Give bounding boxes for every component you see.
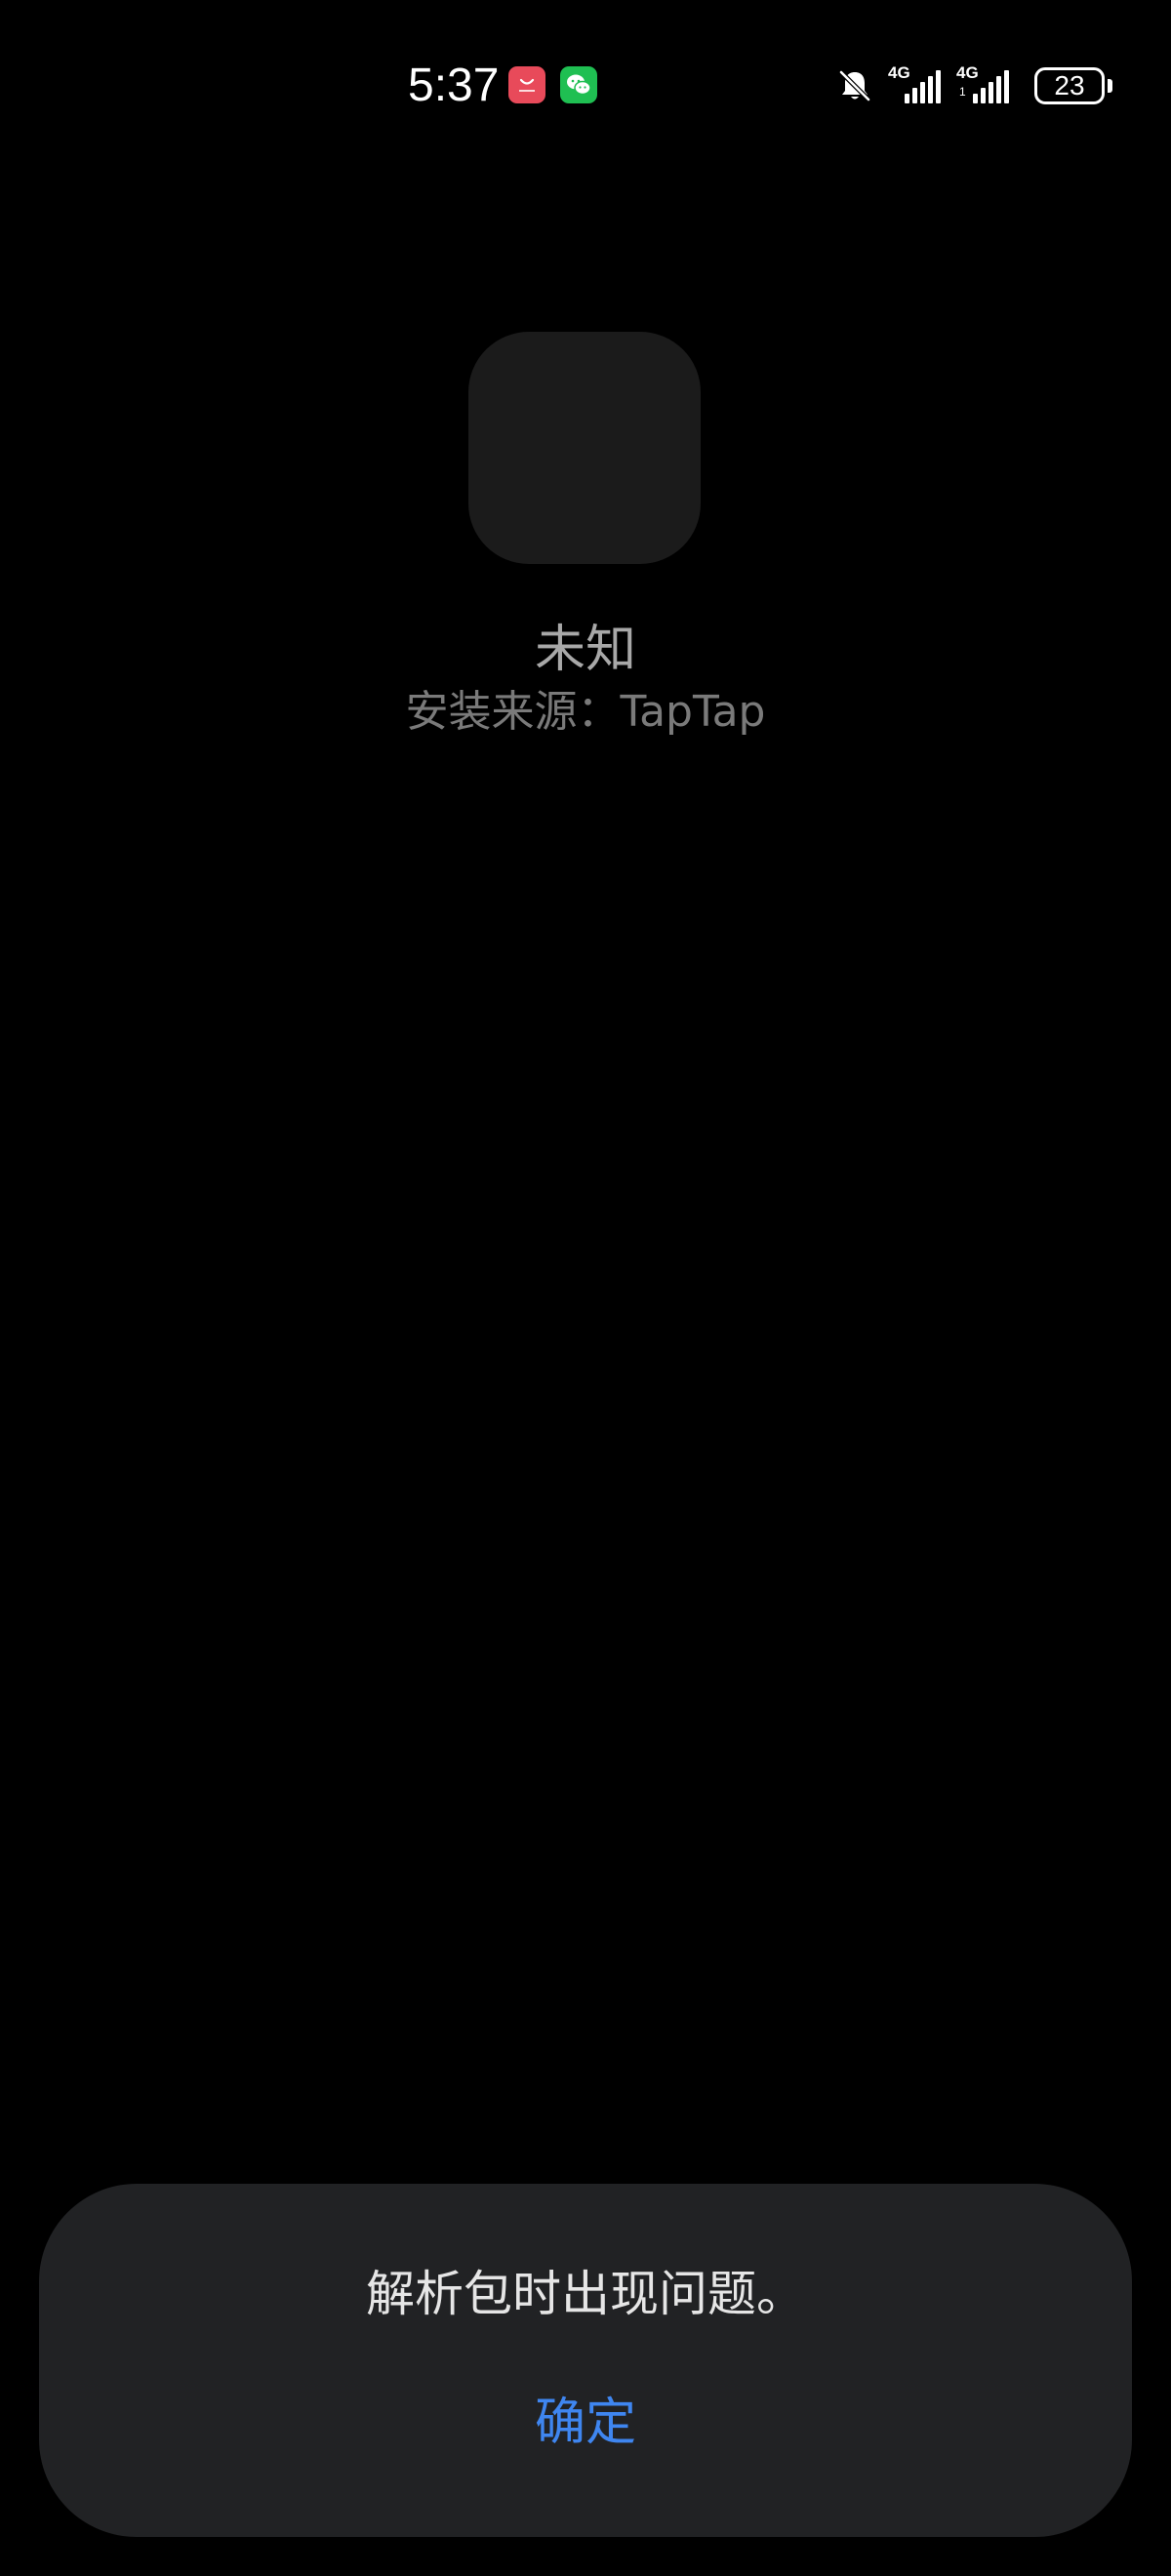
status-icons: 4G 4G 1 23	[835, 62, 1112, 109]
battery-icon: 23	[1034, 67, 1105, 104]
signal-bars-icon	[970, 70, 1009, 103]
parse-error-dialog: 解析包时出现问题。 确定	[39, 2184, 1132, 2537]
sim2-slot-number: 1	[959, 85, 966, 99]
status-bar: 5:37 4G 4G 1 23	[0, 0, 1171, 172]
battery-level: 23	[1054, 70, 1085, 101]
install-source-label: 安装来源：TapTap	[405, 687, 766, 737]
app-icon-placeholder	[468, 332, 701, 564]
status-time: 5:37	[408, 60, 500, 111]
sim2-signal: 4G 1	[956, 64, 1015, 107]
signal-bars-icon	[902, 70, 941, 103]
bell-off-icon	[839, 70, 870, 101]
confirm-button[interactable]: 确定	[488, 2379, 683, 2467]
huawei-appgallery-icon	[508, 66, 545, 103]
dialog-message: 解析包时出现问题。	[366, 2266, 805, 2322]
battery-terminal	[1108, 79, 1112, 93]
app-name: 未知	[534, 621, 636, 679]
wechat-icon	[560, 66, 597, 103]
sim1-signal: 4G	[888, 64, 947, 107]
